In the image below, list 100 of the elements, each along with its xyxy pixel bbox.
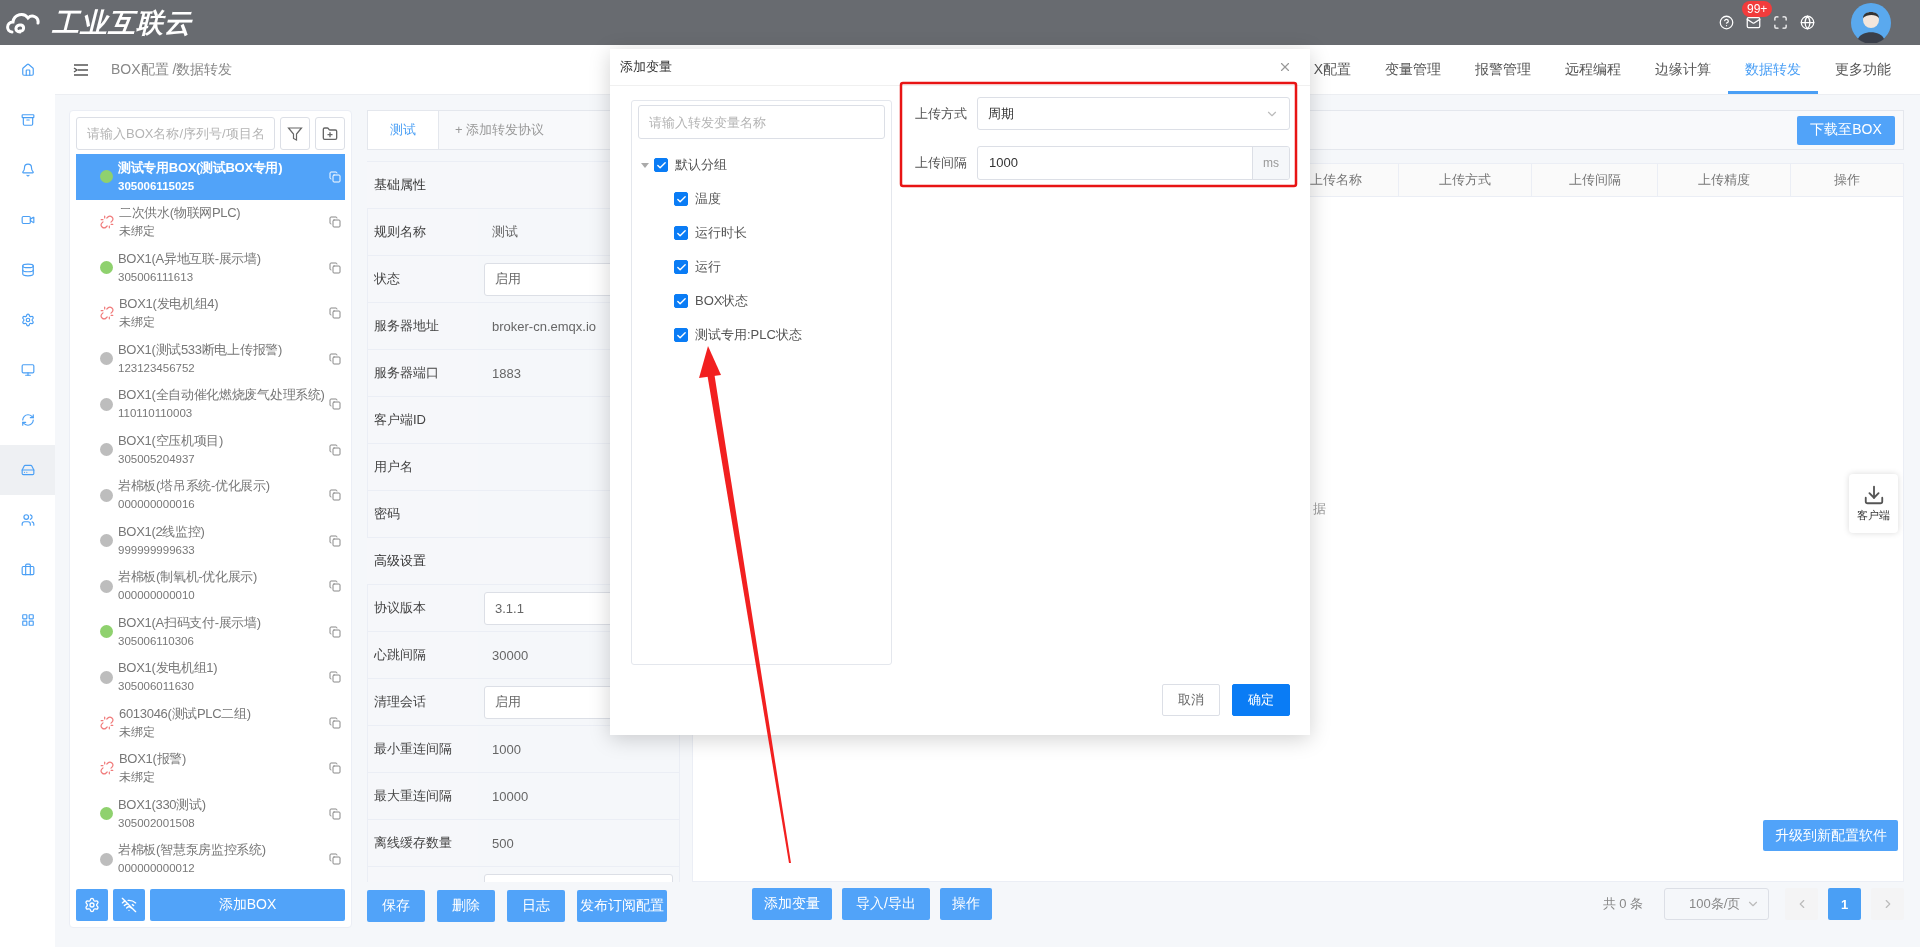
tree-label: 运行 [695, 258, 721, 276]
menu-icon[interactable] [73, 62, 89, 77]
download-icon [1862, 484, 1885, 506]
fullscreen-icon[interactable] [1773, 15, 1788, 30]
upgrade-button[interactable]: 升级到新配置软件 [1763, 820, 1898, 851]
select-field[interactable]: 周期 [977, 97, 1290, 130]
filter-button[interactable] [280, 117, 310, 150]
box-list-item[interactable]: BOX1(报警) 未绑定 [76, 745, 345, 791]
box-list-item[interactable]: BOX1(全自动催化燃烧废气处理系统) 110110110003 [76, 381, 345, 427]
box-list-item[interactable]: 岩棉板(塔吊系统-优化展示) 000000000016 [76, 472, 345, 518]
copy-icon[interactable] [329, 489, 341, 502]
action-button[interactable]: 导入/导出 [842, 888, 930, 920]
page-size-select[interactable]: 100条/页 [1664, 888, 1769, 920]
copy-icon[interactable] [329, 716, 341, 729]
box-serial: 000000000012 [118, 861, 196, 877]
box-list-item[interactable]: BOX1(测试533断电上传报警) 123123456752 [76, 336, 345, 382]
copy-icon[interactable] [329, 807, 341, 820]
cancel-button[interactable]: 取消 [1162, 684, 1220, 716]
download-button[interactable]: 下载至BOX [1797, 115, 1895, 145]
box-name: BOX1(发电机组4) [119, 295, 220, 314]
box-serial: 305006115025 [118, 178, 196, 194]
action-button[interactable]: 操作 [939, 888, 992, 920]
copy-icon[interactable] [329, 853, 341, 866]
box-list-item[interactable]: BOX1(330测试) 305002001508 [76, 791, 345, 837]
rule-tab[interactable]: 测试 [368, 111, 439, 149]
field-label: 规则名称 [374, 223, 426, 241]
copy-icon[interactable] [329, 307, 341, 320]
box-list-item[interactable]: BOX1(发电机组1) 305006011630 [76, 654, 345, 700]
box-list-item[interactable]: BOX1(2线监控) 999999999633 [76, 518, 345, 564]
copy-icon[interactable] [329, 762, 341, 775]
copy-icon[interactable] [329, 443, 341, 456]
copy-icon[interactable] [329, 398, 341, 411]
action-button[interactable]: 保存 [367, 890, 425, 922]
copy-icon[interactable] [329, 261, 341, 274]
rule-tab[interactable]: + 添加转发协议 [439, 111, 562, 149]
action-button[interactable]: 删除 [437, 890, 495, 922]
box-list-item[interactable]: BOX1(发电机组4) 未绑定 [76, 290, 345, 336]
mail-icon[interactable] [1746, 15, 1761, 30]
globe-icon[interactable] [1800, 15, 1815, 30]
nav-tab[interactable]: 远程编程 [1548, 45, 1638, 94]
box-list-item[interactable]: 6013046(测试PLC二组) 未绑定 [76, 700, 345, 746]
box-list-item[interactable]: BOX1(空压机项目) 305005204937 [76, 427, 345, 473]
search-field[interactable]: 请输入转发变量名称 [638, 105, 885, 139]
copy-icon[interactable] [329, 170, 341, 183]
checkbox[interactable] [674, 260, 688, 274]
close-icon[interactable] [1278, 60, 1292, 74]
add-folder-button[interactable] [315, 117, 345, 150]
field-value: 30000 [491, 647, 529, 663]
box-serial: 305006111613 [118, 269, 195, 285]
copy-icon[interactable] [329, 671, 341, 684]
help-icon[interactable] [1719, 15, 1734, 30]
copy-icon[interactable] [329, 580, 341, 593]
field-value: 10000 [491, 788, 529, 804]
box-list-item[interactable]: 岩棉板(制氧机-优化展示) 000000000010 [76, 563, 345, 609]
action-button[interactable]: 发布订阅配置 [577, 890, 667, 922]
tree-node[interactable]: 温度 [638, 182, 885, 216]
confirm-button[interactable]: 确定 [1232, 684, 1290, 716]
search-field[interactable]: 请输入BOX名称/序列号/项目名 [76, 117, 275, 150]
field-label: 清理会话 [374, 693, 426, 711]
tree-node[interactable]: 测试专用:PLC状态 [638, 318, 885, 352]
action-button[interactable]: 日志 [507, 890, 565, 922]
input-field[interactable]: 1000 ms [977, 145, 1290, 180]
field-label: 最小重连间隔 [374, 740, 452, 758]
logo-text: 工业互联云 [52, 6, 192, 40]
avatar[interactable] [1851, 2, 1891, 43]
nav-tab[interactable]: 变量管理 [1368, 45, 1458, 94]
home-icon [20, 63, 35, 77]
page-button[interactable]: 1 [1828, 888, 1861, 920]
nav-tab[interactable]: 更多功能 [1818, 45, 1908, 94]
tree-node[interactable]: 运行时长 [638, 216, 885, 250]
checkbox[interactable] [674, 192, 688, 206]
nav-tab[interactable]: 边缘计算 [1638, 45, 1728, 94]
copy-icon[interactable] [329, 352, 341, 365]
tree-node[interactable]: 默认分组 [638, 148, 885, 182]
nav-tab[interactable]: 报警管理 [1458, 45, 1548, 94]
checkbox[interactable] [654, 158, 668, 172]
action-button[interactable]: 添加变量 [752, 888, 832, 920]
box-list-item[interactable]: 测试专用BOX(测试BOX专用) 305006115025 [76, 154, 345, 200]
tree-label: 默认分组 [675, 156, 727, 174]
copy-icon[interactable] [329, 216, 341, 229]
box-list-item[interactable]: 岩棉板(智慧泵房监控系统) 000000000012 [76, 836, 345, 882]
copy-icon[interactable] [329, 534, 341, 547]
checkbox[interactable] [674, 328, 688, 342]
users-icon [20, 513, 35, 527]
box-list-item[interactable]: BOX1(A异地互联-展示墙) 305006111613 [76, 245, 345, 291]
client-download-widget[interactable]: 客户端 [1849, 474, 1898, 533]
wifi-off-button[interactable] [113, 889, 145, 921]
field-label: 服务器地址 [374, 317, 439, 335]
checkbox[interactable] [674, 226, 688, 240]
add-box-button[interactable]: 添加BOX [150, 889, 345, 921]
drive-icon [20, 463, 35, 477]
settings-button[interactable] [76, 889, 108, 921]
copy-icon[interactable] [329, 625, 341, 638]
box-list-item[interactable]: 二次供水(物联网PLC) 未绑定 [76, 199, 345, 245]
caret-icon[interactable] [640, 160, 650, 170]
briefcase-icon [20, 563, 35, 577]
database-icon [20, 263, 35, 277]
checkbox[interactable] [674, 294, 688, 308]
nav-item[interactable] [0, 445, 55, 495]
box-list-item[interactable]: BOX1(A扫码支付-展示墙) 305006110306 [76, 609, 345, 655]
